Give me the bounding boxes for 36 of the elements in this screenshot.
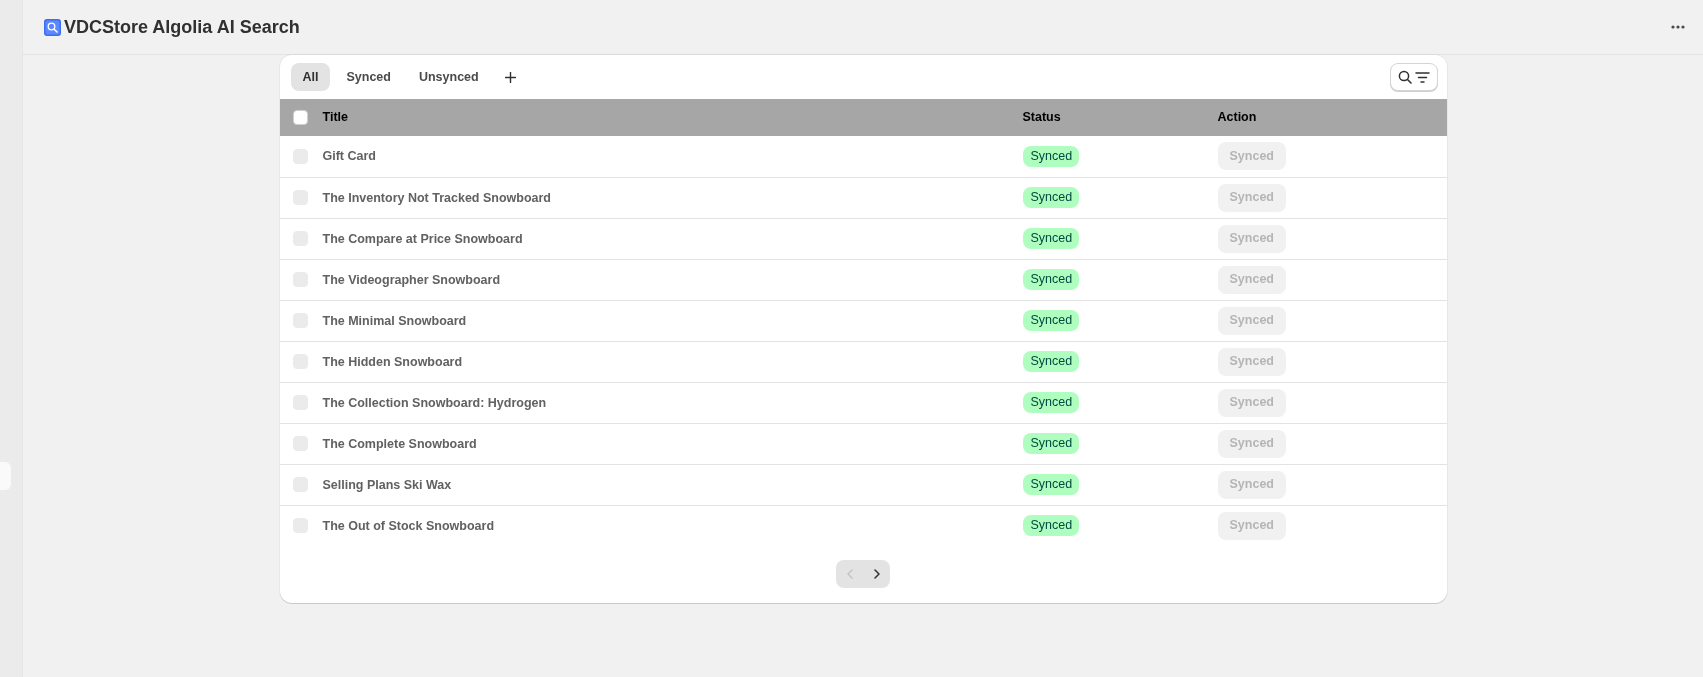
product-title: The Complete Snowboard xyxy=(322,436,477,451)
product-title: Gift Card xyxy=(322,149,376,164)
view-tab[interactable]: Unsynced xyxy=(406,63,491,91)
column-header: Status xyxy=(1022,110,1061,125)
product-title: The Inventory Not Tracked Snowboard xyxy=(322,190,551,205)
status-badge: Synced xyxy=(1022,392,1080,413)
chevron-right-icon xyxy=(873,569,880,579)
status-badge: Synced xyxy=(1022,187,1080,208)
product-title: Selling Plans Ski Wax xyxy=(322,477,452,492)
column-header: Action xyxy=(1217,110,1257,125)
plus-icon xyxy=(504,71,516,83)
product-title: The Compare at Price Snowboard xyxy=(322,231,523,246)
view-tab[interactable]: Synced xyxy=(334,63,403,91)
chevron-left-icon xyxy=(846,569,853,579)
status-badge: Synced xyxy=(1022,515,1080,537)
status-badge: Synced xyxy=(1022,310,1080,331)
status-badge: Synced xyxy=(1022,269,1080,290)
search-filter-button[interactable] xyxy=(1389,63,1438,91)
view-tab[interactable]: All xyxy=(290,63,331,91)
product-title: The Out of Stock Snowboard xyxy=(322,518,495,533)
select-all-checkbox[interactable] xyxy=(292,110,308,125)
product-title: The Minimal Snowboard xyxy=(322,313,467,328)
column-header: Title xyxy=(322,110,348,125)
status-badge: Synced xyxy=(1022,433,1080,454)
more-icon xyxy=(1671,25,1685,29)
product-title: The Hidden Snowboard xyxy=(322,354,463,369)
status-badge: Synced xyxy=(1022,351,1080,372)
product-title: The Collection Snowboard: Hydrogen xyxy=(322,395,547,410)
app-title: VDCStore Algolia AI Search xyxy=(64,18,300,36)
status-badge: Synced xyxy=(1022,228,1080,249)
app-logo-icon xyxy=(44,18,61,36)
status-badge: Synced xyxy=(1022,474,1080,495)
search-icon xyxy=(1397,70,1412,84)
status-badge: Synced xyxy=(1022,145,1080,167)
filter-icon xyxy=(1414,71,1430,83)
product-title: The Videographer Snowboard xyxy=(322,272,501,287)
